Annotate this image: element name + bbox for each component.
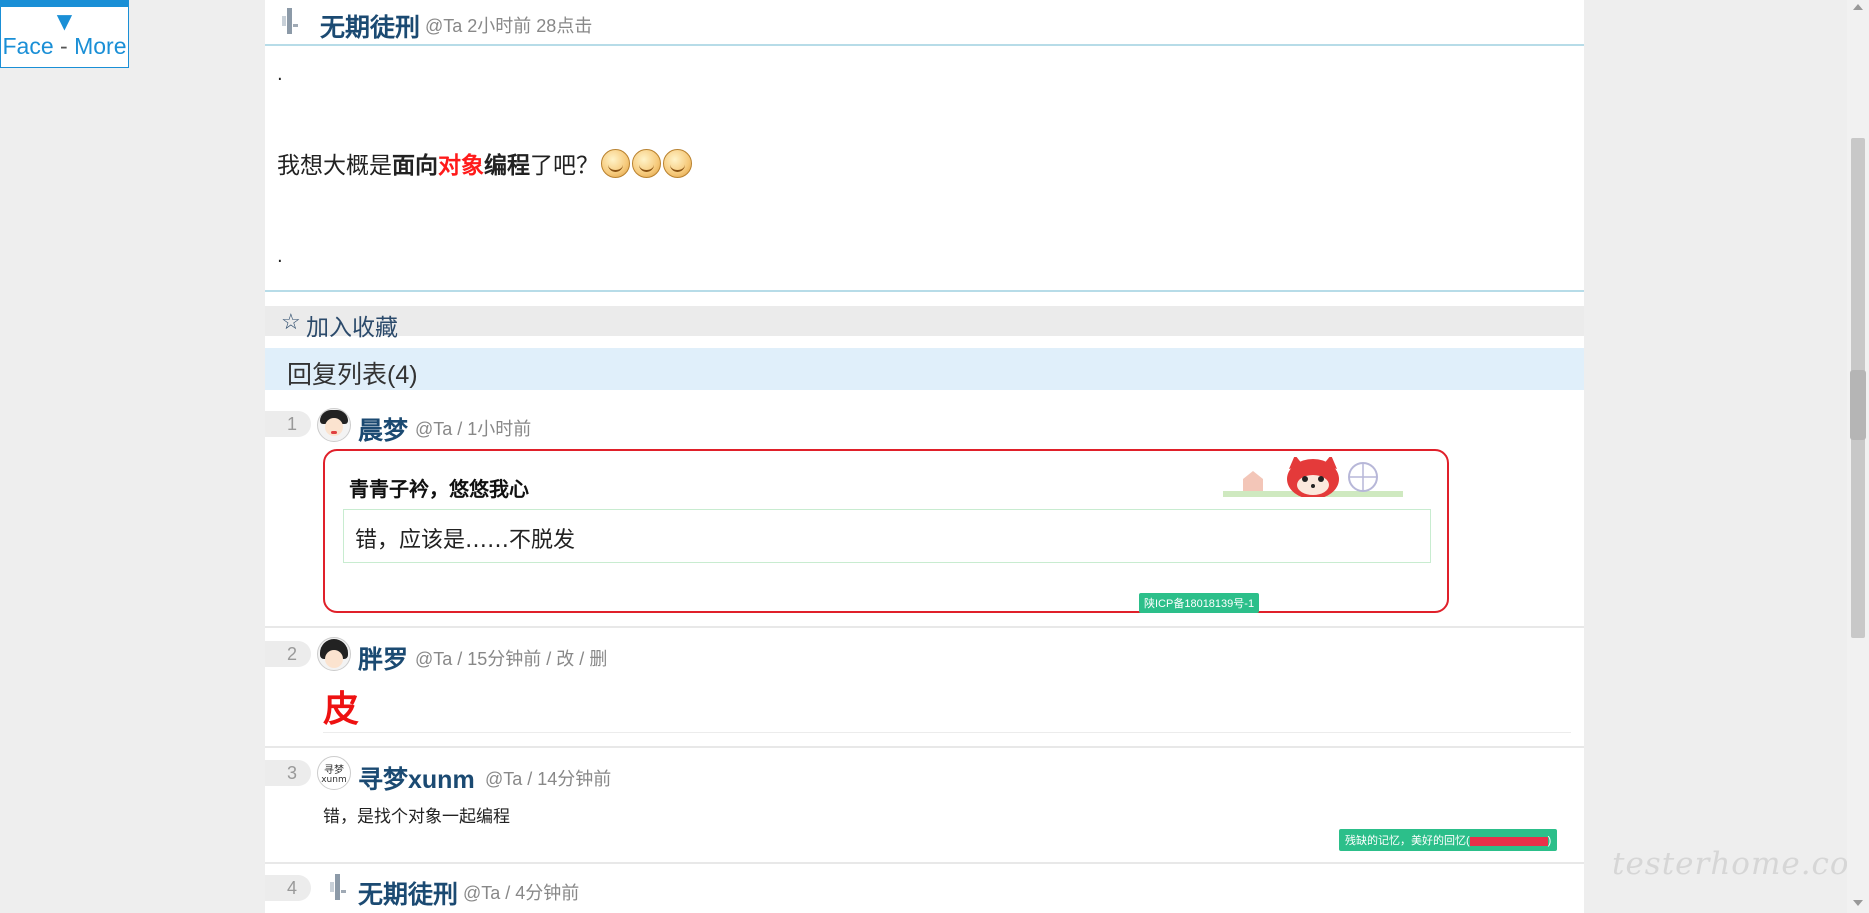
- reply-author-name[interactable]: 晨梦: [358, 411, 408, 447]
- smile-emoji-icon: [632, 148, 661, 178]
- content-text: 我想大概是: [277, 153, 392, 179]
- reply-list-title: 回复列表(4): [287, 361, 418, 389]
- floor-number: 1: [265, 411, 311, 437]
- reply-author-name[interactable]: 胖罗: [358, 640, 408, 676]
- smile-emoji-icon: [663, 148, 692, 178]
- fox-illustration-icon: [1223, 457, 1403, 497]
- reply-divider: [265, 626, 1584, 628]
- reply-meta: @Ta / 14分钟前: [485, 769, 612, 789]
- scroll-down-icon[interactable]: [1853, 900, 1863, 906]
- topic-dot-top: .: [277, 64, 283, 85]
- reply-content: 皮: [323, 689, 360, 730]
- avatar[interactable]: [317, 408, 351, 442]
- add-favorite-button[interactable]: ☆ 加入收藏: [265, 306, 1584, 340]
- redacted-block: [1469, 836, 1548, 846]
- card-body: 错，应该是……不脱发: [343, 509, 1431, 563]
- reply-meta: @Ta / 15分钟前 / 改 / 删: [415, 649, 608, 669]
- scroll-up-icon[interactable]: [1853, 4, 1863, 10]
- star-icon: ☆: [281, 309, 301, 334]
- signature-tag: 残缺的记忆，美好的回忆(): [1339, 829, 1558, 851]
- topic-author-name[interactable]: 无期徒刑: [320, 8, 420, 44]
- scrollbar-grip[interactable]: [1850, 370, 1866, 440]
- reply-meta: @Ta / 1小时前: [415, 419, 532, 439]
- reply-author-name[interactable]: 寻梦xunm: [358, 760, 475, 796]
- reply-list-header: 回复列表(4): [265, 348, 1584, 390]
- reply-author-name[interactable]: 无期徒刑: [358, 875, 458, 911]
- card-body-text: 错，应该是……不脱发: [355, 528, 576, 553]
- face-more-widget[interactable]: ▼ Face - More: [0, 0, 129, 68]
- content-bold-red: 对象: [438, 153, 484, 179]
- topic-meta: @Ta 2小时前 28点击: [425, 16, 593, 36]
- topic-content: 我想大概是 面向 对象 编程 了吧？: [277, 146, 692, 180]
- avatar[interactable]: [329, 872, 347, 902]
- reply-divider: [265, 746, 1584, 748]
- signature-card: 青青子衿，悠悠我心 错，应该是……不脱发 陕ICP备18018139号-1: [323, 449, 1449, 613]
- icp-tag[interactable]: 陕ICP备18018139号-1: [1139, 593, 1260, 613]
- topic-dot-bottom: .: [277, 246, 283, 267]
- face-more-separator: -: [60, 33, 68, 59]
- add-favorite-label: 加入收藏: [306, 314, 398, 340]
- avatar[interactable]: 寻梦 xunm: [317, 756, 351, 790]
- triangle-down-icon[interactable]: ▼: [1, 10, 128, 32]
- reply-content: 错，是找个对象一起编程: [323, 807, 510, 827]
- content-bold: 编程: [484, 153, 530, 179]
- vertical-scrollbar[interactable]: [1847, 0, 1869, 913]
- topic-body: . 我想大概是 面向 对象 编程 了吧？ .: [265, 46, 1584, 292]
- watermark: testerhome.com: [1612, 846, 1869, 882]
- card-title: 青青子衿，悠悠我心: [349, 477, 529, 501]
- avatar[interactable]: [317, 637, 351, 671]
- floor-number: 4: [265, 875, 311, 901]
- more-link[interactable]: More: [74, 33, 126, 59]
- content-text: 了吧？: [530, 153, 599, 179]
- avatar[interactable]: [281, 6, 299, 36]
- main-content: 无期徒刑 @Ta 2小时前 28点击 . 我想大概是 面向 对象 编程 了吧？ …: [265, 0, 1584, 913]
- topic-header: 无期徒刑 @Ta 2小时前 28点击: [265, 0, 1584, 46]
- reply-meta: @Ta / 4分钟前: [463, 883, 580, 903]
- content-divider: [323, 732, 1571, 733]
- floor-number: 2: [265, 641, 311, 667]
- face-link[interactable]: Face: [3, 33, 54, 59]
- signature-tag-text: 残缺的记忆，美好的回忆(: [1345, 835, 1470, 847]
- floor-number: 3: [265, 760, 311, 786]
- reply-divider: [265, 862, 1584, 864]
- smile-emoji-icon: [601, 148, 630, 178]
- content-bold: 面向: [392, 153, 438, 179]
